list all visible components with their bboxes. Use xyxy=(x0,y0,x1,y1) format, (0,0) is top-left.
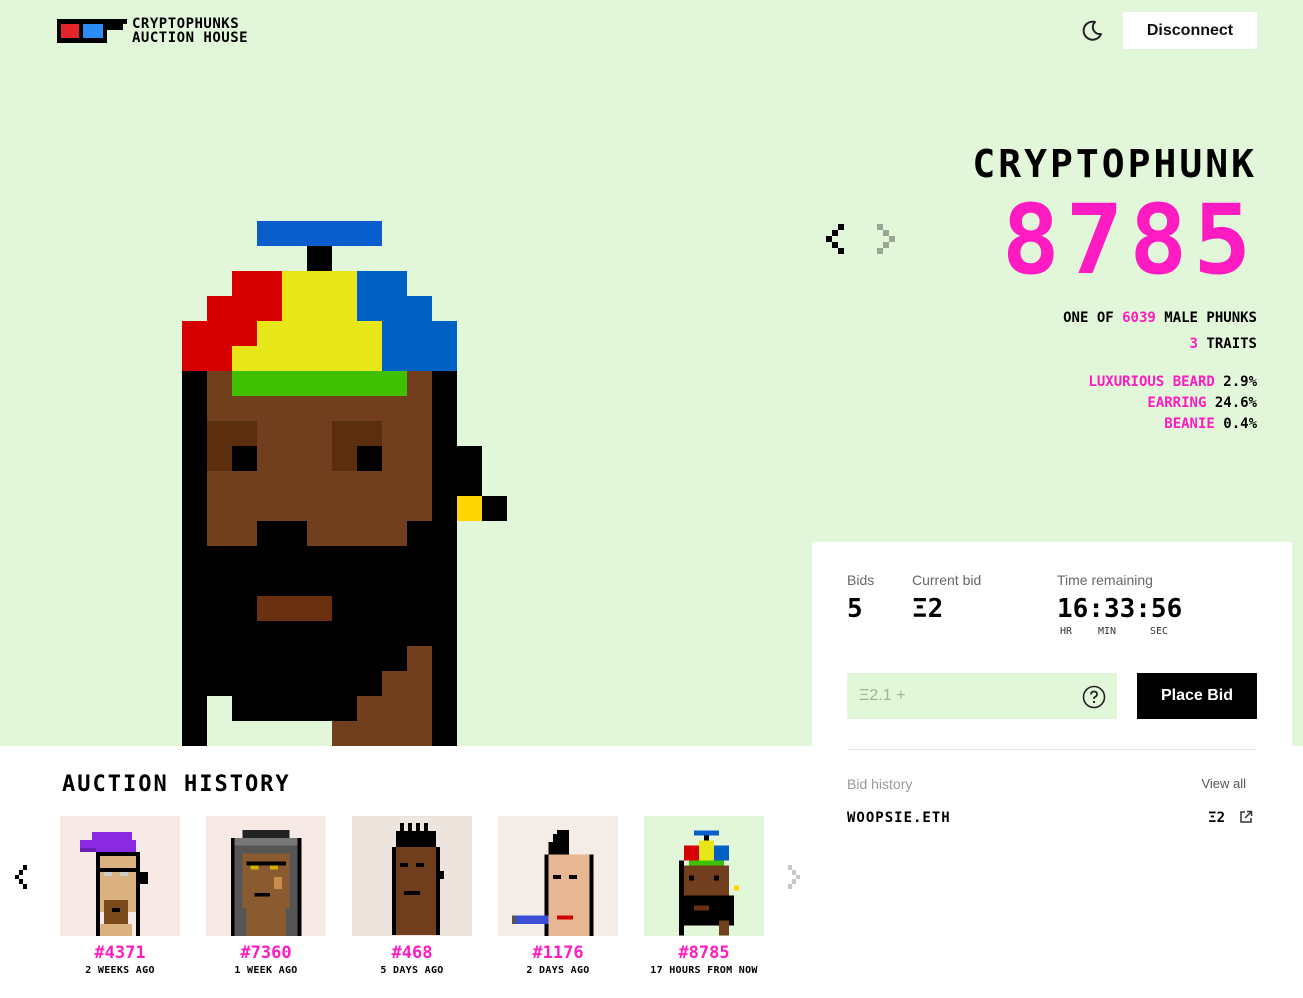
bid-history-row: WOOPSIE.ETH Ξ2 xyxy=(847,810,1257,830)
phunk-title: CRYPTOPHUNK xyxy=(972,142,1257,186)
auction-history-card[interactable]: #468 5 DAYS AGO xyxy=(352,816,472,976)
divider xyxy=(847,749,1257,750)
auction-history-card[interactable]: #1176 2 DAYS AGO xyxy=(498,816,618,976)
auction-history-number: #7360 xyxy=(240,943,292,963)
traits-count-label: TRAITS xyxy=(1197,336,1257,352)
one-of-prefix: ONE OF xyxy=(1063,310,1123,326)
unit-min: MIN xyxy=(1098,626,1117,637)
bidder-name[interactable]: WOOPSIE.ETH xyxy=(847,810,951,826)
auction-history-title: AUCTION HISTORY xyxy=(62,772,291,797)
phunk-thumbnail xyxy=(206,816,326,936)
one-of-suffix: MALE PHUNKS xyxy=(1155,310,1257,326)
bid-amount-input[interactable] xyxy=(847,673,1117,719)
bids-value: 5 xyxy=(847,594,863,624)
view-all-link[interactable]: View all xyxy=(1201,776,1246,791)
trait-item[interactable]: BEANIE 0.4% xyxy=(1088,414,1257,435)
trait-name: LUXURIOUS BEARD xyxy=(1088,374,1215,390)
phunk-image xyxy=(182,221,507,746)
auction-history-time: 2 WEEKS AGO xyxy=(85,965,155,976)
auction-history-card[interactable]: #4371 2 WEEKS AGO xyxy=(60,816,180,976)
traits-count: 3 TRAITS xyxy=(1190,336,1257,352)
unit-hr: HR xyxy=(1060,626,1073,637)
auction-panel: Bids 5 Current bid Ξ2 Time remaining 16:… xyxy=(812,542,1292,998)
traits-count-number: 3 xyxy=(1189,336,1198,352)
time-remaining-label: Time remaining xyxy=(1057,572,1153,588)
auction-history-number: #1176 xyxy=(532,943,584,963)
phunk-thumbnail xyxy=(60,816,180,936)
auction-history-time: 17 HOURS FROM NOW xyxy=(650,965,758,976)
trait-item[interactable]: LUXURIOUS BEARD 2.9% xyxy=(1088,372,1257,393)
brand-name: CRYPTOPHUNKS AUCTION HOUSE xyxy=(132,17,248,45)
brand-line-1: CRYPTOPHUNKS xyxy=(132,16,240,32)
auction-history-time: 1 WEEK AGO xyxy=(234,965,298,976)
trait-list: LUXURIOUS BEARD 2.9% EARRING 24.6% BEANI… xyxy=(1088,372,1257,435)
external-link-icon[interactable] xyxy=(1239,810,1253,824)
one-of-count: 6039 xyxy=(1122,310,1156,326)
trait-name: BEANIE xyxy=(1164,416,1215,432)
chevron-left-icon[interactable] xyxy=(826,220,854,260)
place-bid-button[interactable]: Place Bid xyxy=(1137,673,1257,719)
chevron-left-icon[interactable] xyxy=(15,862,35,892)
trait-item[interactable]: EARRING 24.6% xyxy=(1088,393,1257,414)
bid-history-label: Bid history xyxy=(847,776,913,792)
auction-history-number: #468 xyxy=(391,943,433,963)
auction-history-card[interactable]: #7360 1 WEEK AGO xyxy=(206,816,326,976)
auction-history-card[interactable]: #8785 17 HOURS FROM NOW xyxy=(644,816,764,976)
phunk-number: 8785 xyxy=(1001,184,1257,296)
moon-icon[interactable] xyxy=(1080,19,1104,43)
trait-pct: 24.6% xyxy=(1214,395,1257,411)
logo-icon xyxy=(57,19,127,43)
current-bid-value: Ξ2 xyxy=(912,594,944,624)
trait-pct: 2.9% xyxy=(1223,374,1257,390)
unit-sec: SEC xyxy=(1150,626,1169,637)
brand-line-2: AUCTION HOUSE xyxy=(132,30,249,46)
auction-history-time: 5 DAYS AGO xyxy=(380,965,444,976)
time-remaining-value: 16:33:56 xyxy=(1057,594,1183,624)
bids-label: Bids xyxy=(847,572,875,588)
auction-history-time: 2 DAYS AGO xyxy=(526,965,590,976)
auction-history-number: #4371 xyxy=(94,943,146,963)
disconnect-button[interactable]: Disconnect xyxy=(1123,12,1257,49)
trait-name: EARRING xyxy=(1147,395,1207,411)
chevron-right-icon[interactable] xyxy=(784,862,804,892)
phunk-thumbnail xyxy=(644,816,764,936)
phunk-thumbnail xyxy=(352,816,472,936)
current-bid-label: Current bid xyxy=(912,572,982,588)
bid-amount: Ξ2 xyxy=(1208,810,1225,826)
auction-history-number: #8785 xyxy=(678,943,730,963)
phunk-thumbnail xyxy=(498,816,618,936)
one-of-text: ONE OF 6039 MALE PHUNKS xyxy=(1063,310,1257,326)
question-circle-icon[interactable] xyxy=(1082,685,1106,709)
trait-pct: 0.4% xyxy=(1223,416,1257,432)
chevron-right-icon[interactable] xyxy=(873,220,901,260)
